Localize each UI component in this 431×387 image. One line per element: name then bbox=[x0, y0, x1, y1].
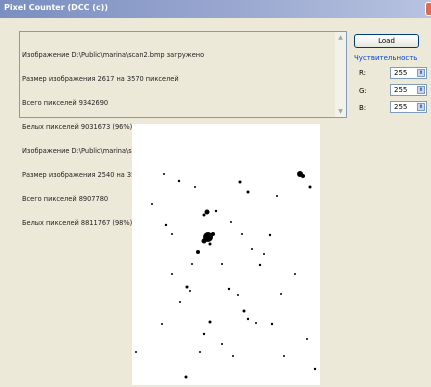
up-down-spinner-icon[interactable]: ⬍ bbox=[417, 86, 425, 94]
log-scrollbar[interactable]: ▲ ▼ bbox=[335, 32, 346, 117]
window-title: Pixel Counter (DCC (c)) bbox=[4, 3, 108, 12]
log-line: Размер изображения 2617 на 3570 пикселей bbox=[22, 75, 179, 83]
g-value[interactable]: 255 bbox=[394, 86, 407, 94]
g-spinner[interactable]: 255 ⬍ bbox=[390, 84, 427, 96]
up-down-spinner-icon[interactable]: ⬍ bbox=[417, 103, 425, 111]
r-value[interactable]: 255 bbox=[394, 69, 407, 77]
close-button[interactable] bbox=[425, 2, 431, 16]
b-value[interactable]: 255 bbox=[394, 103, 407, 111]
log-line: Всего пикселей 9342690 bbox=[22, 99, 109, 107]
g-label: G: bbox=[359, 87, 367, 95]
b-label: B: bbox=[359, 104, 367, 112]
scroll-down-arrow-icon[interactable]: ▼ bbox=[336, 107, 345, 116]
scan-image-speckles bbox=[135, 171, 317, 379]
pixel-counter-window: Pixel Counter (DCC (c)) Изображение D:\P… bbox=[0, 0, 431, 387]
log-line: Изображение D:\Public\marina\scan2.bmp з… bbox=[22, 51, 205, 59]
load-button[interactable]: Load bbox=[354, 34, 419, 48]
r-label: R: bbox=[359, 69, 367, 77]
b-spinner[interactable]: 255 ⬍ bbox=[390, 101, 427, 113]
log-textbox[interactable]: Изображение D:\Public\marina\scan2.bmp з… bbox=[19, 31, 347, 227]
sensitivity-label: Чуствительность bbox=[354, 54, 418, 62]
scroll-up-arrow-icon[interactable]: ▲ bbox=[336, 33, 345, 42]
r-spinner[interactable]: 255 ⬍ bbox=[390, 67, 427, 79]
up-down-spinner-icon[interactable]: ⬍ bbox=[417, 69, 425, 77]
scanned-image-preview bbox=[132, 124, 320, 385]
title-bar[interactable]: Pixel Counter (DCC (c)) bbox=[0, 0, 431, 18]
